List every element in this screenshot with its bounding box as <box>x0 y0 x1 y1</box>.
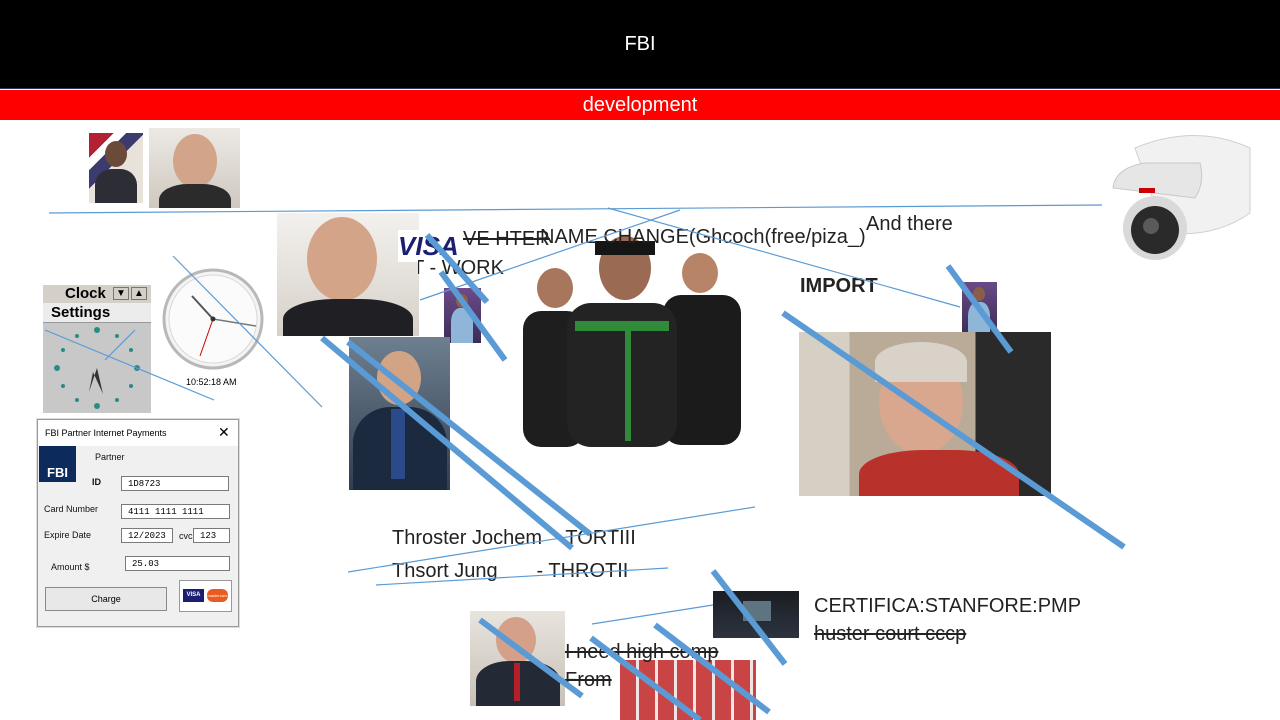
clock-widget-classic: Clock ▼ ▲ Settings <box>43 285 151 413</box>
analog-clock-face-classic <box>54 327 140 409</box>
throster-text: Throster Jochem -TORTIII <box>392 527 636 549</box>
title-bar: FBI <box>0 0 1280 89</box>
fbi-seal-logo: FBI <box>39 446 76 482</box>
thsort-text: Thsort Jung - THROTII <box>392 560 629 582</box>
conference-thumbnail <box>713 591 799 638</box>
amount-label: Amount $ <box>51 562 90 572</box>
import-text: IMPORT <box>800 275 878 297</box>
subtitle-bar: development <box>0 90 1280 120</box>
partner-label: Partner <box>95 452 125 462</box>
expire-date-label: Expire Date <box>44 530 92 540</box>
page-title: FBI <box>624 32 656 55</box>
portrait-man-suit <box>349 337 450 490</box>
page-subtitle: development <box>582 93 698 116</box>
dropdown-arrow-icon[interactable]: ▼ <box>113 287 129 300</box>
from-text: From <box>565 669 612 691</box>
portrait-man-1 <box>149 128 240 208</box>
ve-hter-text: VE HTER <box>463 228 550 250</box>
payment-dialog: FBI Partner Internet Payments ✕ FBI Part… <box>37 419 239 627</box>
group-photo-grid <box>620 660 756 720</box>
up-arrow-icon[interactable]: ▲ <box>131 287 147 300</box>
security-team-photo <box>515 233 750 447</box>
card-number-label: Card Number <box>44 504 99 514</box>
id-label: ID <box>92 477 101 487</box>
thumbnail-person-purple <box>444 288 481 343</box>
need-high-comp-text: I need high comp <box>565 641 719 663</box>
thumbnail-person-right <box>962 282 997 337</box>
and-there-text: And there <box>866 213 953 235</box>
clock-settings-label[interactable]: Settings <box>51 304 110 321</box>
close-icon[interactable]: ✕ <box>218 424 230 441</box>
card-number-field[interactable]: 4111 1111 1111 1111 <box>121 504 230 519</box>
amount-field[interactable]: 25.03 <box>125 556 230 571</box>
dialog-title: FBI Partner Internet Payments <box>45 428 167 438</box>
expire-date-field[interactable]: 12/2023 <box>121 528 173 543</box>
mastercard-icon: mastercard <box>207 589 228 602</box>
security-camera-image <box>1105 128 1255 263</box>
portrait-woman-flag <box>89 133 143 203</box>
dialog-titlebar: FBI Partner Internet Payments ✕ <box>38 420 238 446</box>
analog-clock: 10:52:18 AM <box>160 266 266 390</box>
cvc-field[interactable]: 123 <box>193 528 230 543</box>
certifica-text: CERTIFICA:STANFORE:PMP <box>814 595 1082 617</box>
clock-time-label: 10:52:18 AM <box>186 377 237 387</box>
card-logos: VISA mastercard <box>179 580 232 612</box>
clock-widget-title: Clock <box>65 285 106 302</box>
visa-card-icon: VISA <box>183 589 204 602</box>
cvc-label: cvc <box>179 531 193 541</box>
name-change-text: NAME CHANGE(Ghcoch(free/piza_) <box>540 226 866 248</box>
portrait-older-man <box>799 332 1051 496</box>
portrait-man-bottom <box>470 611 565 706</box>
id-field[interactable]: 1D8723 <box>121 476 229 491</box>
charge-button[interactable]: Charge <box>45 587 167 611</box>
huster-text: huster court cccp <box>814 623 967 645</box>
